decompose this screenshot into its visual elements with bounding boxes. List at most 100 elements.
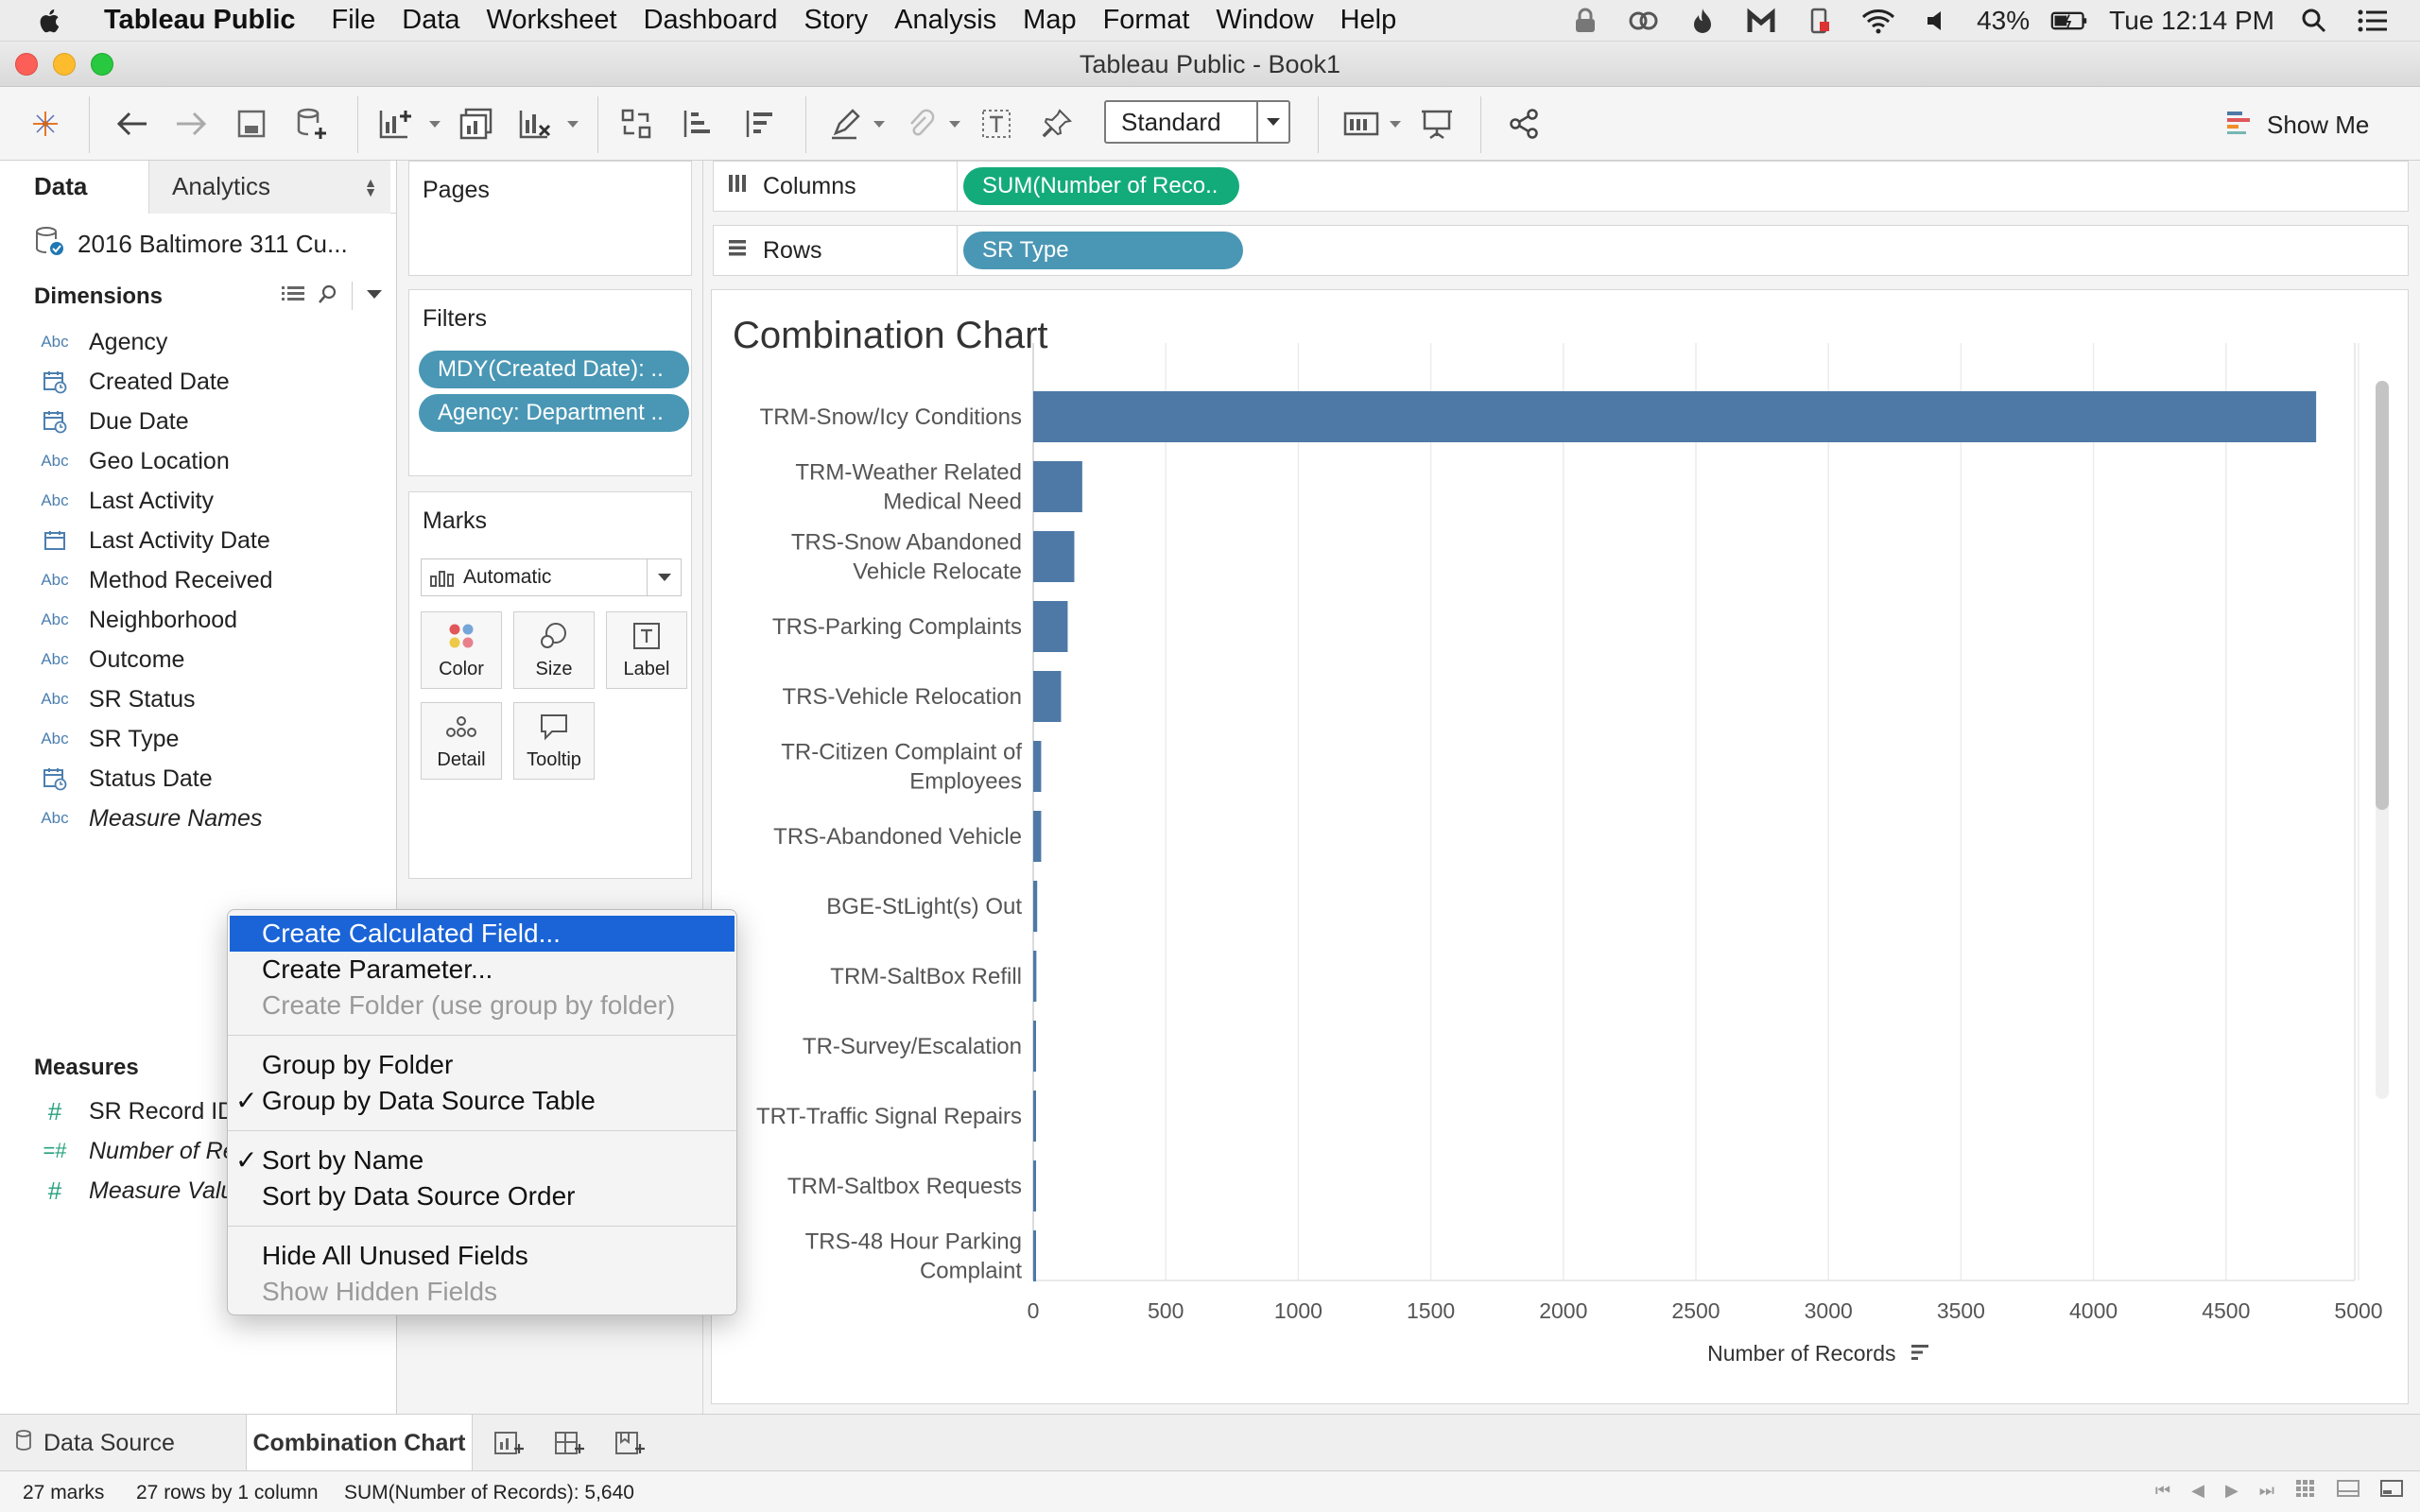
sort-descending-icon[interactable] bbox=[739, 103, 781, 145]
sort-indicator-icon[interactable] bbox=[1910, 1342, 1930, 1368]
dimension-field[interactable]: Abc Outcome bbox=[38, 643, 184, 677]
bar[interactable] bbox=[1033, 741, 1042, 792]
first-sheet-icon[interactable]: ⏮ bbox=[2155, 1481, 2170, 1501]
bar[interactable] bbox=[1033, 461, 1082, 512]
tab-analytics[interactable]: Analytics ▲ ▼ bbox=[148, 161, 390, 214]
dimension-field[interactable]: Abc Method Received bbox=[38, 563, 272, 597]
menu-help[interactable]: Help bbox=[1340, 5, 1397, 36]
color-mark-button[interactable]: Color bbox=[421, 611, 502, 689]
bar[interactable] bbox=[1033, 391, 2317, 442]
group-members-paperclip-icon[interactable] bbox=[900, 103, 942, 145]
rows-shelf[interactable]: Rows SR Type bbox=[713, 225, 2409, 276]
menu-window[interactable]: Window bbox=[1216, 5, 1313, 36]
show-cards-icon[interactable] bbox=[1340, 103, 1382, 145]
menu-analysis[interactable]: Analysis bbox=[894, 5, 996, 36]
menu-dashboard[interactable]: Dashboard bbox=[644, 5, 778, 36]
menu-item-create-parameter[interactable]: Create Parameter... bbox=[228, 952, 736, 988]
malwarebytes-icon[interactable] bbox=[1742, 6, 1780, 36]
dimension-field[interactable]: Abc Last Activity bbox=[38, 484, 214, 518]
new-worksheet-tab-icon[interactable] bbox=[488, 1426, 529, 1460]
redo-arrow-icon[interactable] bbox=[170, 103, 212, 145]
battery-percent[interactable]: 43% bbox=[1977, 6, 2030, 36]
dimension-field[interactable]: Abc Agency bbox=[38, 325, 167, 359]
y-category-label[interactable]: TRS-Snow Abandoned Vehicle Relocate bbox=[791, 530, 1022, 585]
show-sheet-sorter-icon[interactable] bbox=[2295, 1479, 2316, 1503]
menu-map[interactable]: Map bbox=[1023, 5, 1076, 36]
menu-item-group-by-folder[interactable]: Group by Folder bbox=[228, 1047, 736, 1083]
y-category-label[interactable]: TRM-Saltbox Requests bbox=[787, 1174, 1022, 1199]
x-axis-title[interactable]: Number of Records bbox=[1707, 1341, 1895, 1366]
search-icon[interactable] bbox=[318, 284, 338, 309]
fit-dropdown[interactable]: Standard bbox=[1104, 100, 1290, 144]
y-category-label[interactable]: TRS-48 Hour Parking Complaint bbox=[805, 1229, 1023, 1284]
menu-story[interactable]: Story bbox=[804, 5, 868, 36]
datasource-item[interactable]: 2016 Baltimore 311 Cu... bbox=[34, 225, 348, 263]
columns-pill-sum-records[interactable]: SUM(Number of Reco.. bbox=[963, 167, 1239, 205]
swap-rows-columns-icon[interactable] bbox=[616, 103, 658, 145]
y-category-label[interactable]: TRM-Snow/Icy Conditions bbox=[760, 404, 1022, 430]
bar[interactable] bbox=[1033, 671, 1062, 722]
menu-data[interactable]: Data bbox=[402, 5, 459, 36]
bar[interactable] bbox=[1033, 1021, 1036, 1072]
spotlight-search-icon[interactable] bbox=[2295, 6, 2333, 36]
dimension-field[interactable]: Abc SR Status bbox=[38, 682, 195, 716]
menu-item-group-by-data-source-table[interactable]: ✓ Group by Data Source Table bbox=[228, 1083, 736, 1119]
menu-item-create-calculated-field[interactable]: Create Calculated Field... bbox=[230, 916, 735, 952]
bar[interactable] bbox=[1033, 601, 1068, 652]
y-category-label[interactable]: TRM-Weather Related Medical Need bbox=[795, 460, 1022, 515]
duplicate-sheet-icon[interactable] bbox=[456, 103, 497, 145]
bar[interactable] bbox=[1033, 881, 1038, 932]
bar[interactable] bbox=[1033, 1230, 1036, 1281]
undo-arrow-icon[interactable] bbox=[112, 103, 153, 145]
detail-mark-button[interactable]: Detail bbox=[421, 702, 502, 780]
dimension-field[interactable]: Abc Measure Names bbox=[38, 801, 262, 835]
flame-icon[interactable] bbox=[1684, 6, 1721, 36]
bar[interactable] bbox=[1033, 811, 1042, 862]
measure-field[interactable]: # SR Record ID bbox=[38, 1094, 234, 1128]
next-sheet-icon[interactable]: ▶ bbox=[2225, 1481, 2238, 1501]
rows-pill-sr-type[interactable]: SR Type bbox=[963, 232, 1243, 269]
previous-sheet-icon[interactable]: ◀ bbox=[2191, 1481, 2204, 1501]
dimension-field[interactable]: Last Activity Date bbox=[38, 524, 270, 558]
tableau-logo-icon[interactable] bbox=[25, 103, 66, 145]
app-menu[interactable]: Tableau Public bbox=[104, 5, 296, 36]
battery-icon[interactable] bbox=[2050, 6, 2088, 36]
wifi-icon[interactable] bbox=[1859, 6, 1897, 36]
bar[interactable] bbox=[1033, 1091, 1036, 1142]
dimension-field[interactable]: Abc Geo Location bbox=[38, 444, 229, 478]
sort-ascending-icon[interactable] bbox=[677, 103, 718, 145]
last-sheet-icon[interactable]: ⏭ bbox=[2259, 1481, 2274, 1501]
fix-axes-pin-icon[interactable] bbox=[1036, 103, 1078, 145]
y-category-label[interactable]: BGE-StLight(s) Out bbox=[826, 894, 1022, 919]
volume-icon[interactable] bbox=[1918, 6, 1956, 36]
dimension-field[interactable]: Due Date bbox=[38, 404, 189, 438]
menu-item-hide-all-unused-fields[interactable]: Hide All Unused Fields bbox=[228, 1238, 736, 1274]
show-filmstrip-icon[interactable] bbox=[2337, 1479, 2360, 1503]
tab-data[interactable]: Data bbox=[0, 161, 148, 214]
y-category-label[interactable]: TRS-Abandoned Vehicle bbox=[773, 824, 1022, 850]
dimension-field[interactable]: Abc Neighborhood bbox=[38, 603, 237, 637]
new-worksheet-icon[interactable] bbox=[374, 103, 416, 145]
filter-pill-created-date[interactable]: MDY(Created Date): .. bbox=[419, 351, 689, 388]
clear-sheet-icon[interactable] bbox=[514, 103, 556, 145]
bar[interactable] bbox=[1033, 951, 1037, 1002]
mark-type-dropdown[interactable]: Automatic bbox=[421, 558, 682, 596]
columns-shelf[interactable]: Columns SUM(Number of Reco.. bbox=[713, 161, 2409, 212]
size-mark-button[interactable]: Size bbox=[513, 611, 595, 689]
y-category-label[interactable]: TR-Survey/Escalation bbox=[803, 1034, 1022, 1059]
apple-menu-icon[interactable] bbox=[36, 7, 74, 35]
clock[interactable]: Tue 12:14 PM bbox=[2109, 6, 2274, 36]
new-story-tab-icon[interactable] bbox=[609, 1426, 650, 1460]
menu-item-sort-by-data-source-order[interactable]: Sort by Data Source Order bbox=[228, 1178, 736, 1214]
y-category-label[interactable]: TRT-Traffic Signal Repairs bbox=[756, 1104, 1022, 1129]
menu-file[interactable]: File bbox=[332, 5, 376, 36]
device-alert-icon[interactable] bbox=[1801, 6, 1839, 36]
view-as-list-icon[interactable] bbox=[282, 284, 304, 308]
y-category-label[interactable]: TR-Citizen Complaint of Employees bbox=[781, 740, 1022, 795]
y-category-label[interactable]: TRM-SaltBox Refill bbox=[830, 964, 1022, 989]
pages-card[interactable]: Pages bbox=[408, 161, 692, 276]
measure-field[interactable]: =# Number of Re bbox=[38, 1134, 235, 1168]
bar[interactable] bbox=[1033, 531, 1075, 582]
label-mark-button[interactable]: Label bbox=[606, 611, 687, 689]
show-tabs-icon[interactable] bbox=[2380, 1479, 2403, 1503]
